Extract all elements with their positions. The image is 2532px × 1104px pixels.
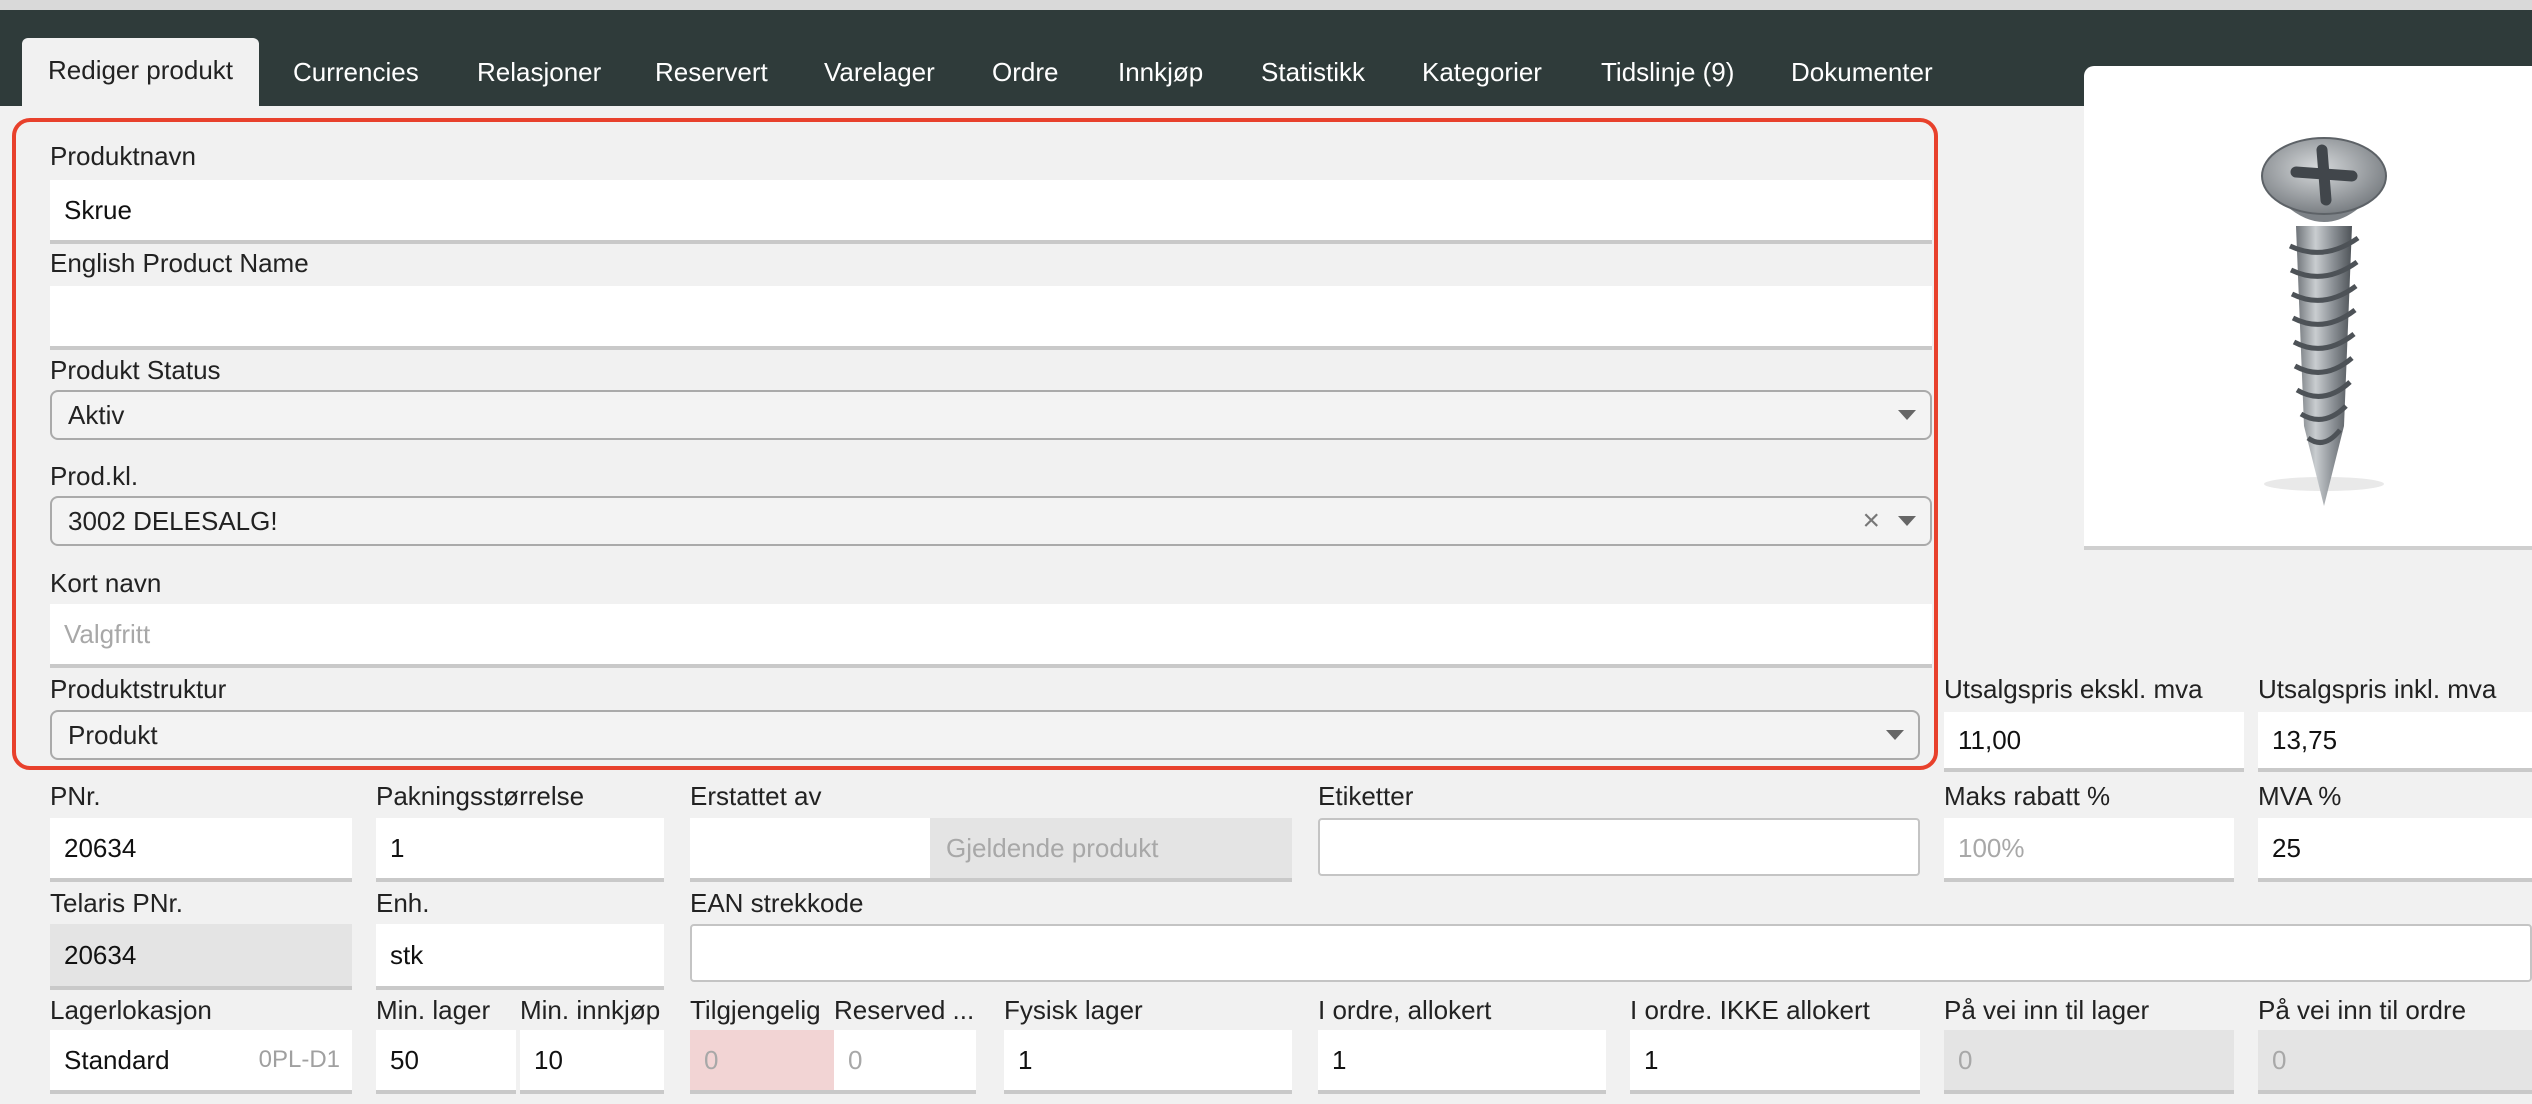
lagerlokasjon-value: Standard xyxy=(64,1044,170,1075)
min-innkjop-input[interactable]: 10 xyxy=(520,1030,664,1094)
pnr-label: PNr. xyxy=(50,781,101,811)
produktstruktur-value: Produkt xyxy=(68,719,158,750)
produkt-status-value: Aktiv xyxy=(68,399,125,430)
min-innkjop-label: Min. innkjøp xyxy=(520,995,661,1025)
fysisk-lager-label: Fysisk lager xyxy=(1004,995,1143,1025)
mva-label: MVA % xyxy=(2258,781,2342,811)
min-lager-label: Min. lager xyxy=(376,995,491,1025)
pakning-input[interactable]: 1 xyxy=(376,818,664,882)
reserved-input: 0 xyxy=(834,1030,976,1094)
ean-label: EAN strekkode xyxy=(690,888,864,918)
erstattet-input[interactable] xyxy=(690,818,930,882)
chevron-down-icon xyxy=(1886,730,1904,740)
telaris-label: Telaris PNr. xyxy=(50,888,183,918)
iordre-ikke-input[interactable]: 1 xyxy=(1630,1030,1920,1094)
iordre-allokert-input[interactable]: 1 xyxy=(1318,1030,1606,1094)
tab-rediger-produkt[interactable]: Rediger produkt xyxy=(22,38,259,116)
produkt-status-label: Produkt Status xyxy=(50,355,221,385)
pavei-ordre-label: På vei inn til ordre xyxy=(2258,995,2467,1025)
reserved-label: Reserved ... xyxy=(834,995,975,1025)
pavei-ordre-input: 0 xyxy=(2258,1030,2532,1094)
ean-input[interactable] xyxy=(690,924,2532,982)
maks-rabatt-label: Maks rabatt % xyxy=(1944,781,2111,811)
fysisk-lager-input[interactable]: 1 xyxy=(1004,1030,1292,1094)
produktstruktur-label: Produktstruktur xyxy=(50,674,227,704)
lagerlokasjon-code: 0PL-D1 xyxy=(258,1046,340,1073)
kort-navn-input[interactable]: Valgfritt xyxy=(50,604,1932,668)
lagerlokasjon-label: Lagerlokasjon xyxy=(50,995,212,1025)
min-lager-input[interactable]: 50 xyxy=(376,1030,516,1094)
erstattet-label: Erstattet av xyxy=(690,781,822,811)
chevron-down-icon xyxy=(1898,516,1916,526)
produktnavn-label: Produktnavn xyxy=(50,141,196,171)
pris-inkl-input[interactable]: 13,75 xyxy=(2258,712,2532,772)
kort-navn-label: Kort navn xyxy=(50,568,162,598)
pakning-label: Pakningsstørrelse xyxy=(376,781,585,811)
pris-inkl-label: Utsalgspris inkl. mva xyxy=(2258,674,2497,704)
tab-statistikk[interactable]: Statistikk xyxy=(1261,40,1365,116)
window-top-border xyxy=(0,0,2532,10)
tilgjengelig-label: Tilgjengelig xyxy=(690,995,821,1025)
iordre-ikke-label: I ordre. IKKE allokert xyxy=(1630,995,1870,1025)
produkt-status-select[interactable]: Aktiv xyxy=(50,390,1932,440)
enh-label: Enh. xyxy=(376,888,430,918)
pris-eks-label: Utsalgspris ekskl. mva xyxy=(1944,674,2203,704)
pavei-lager-label: På vei inn til lager xyxy=(1944,995,2150,1025)
iordre-allokert-label: I ordre, allokert xyxy=(1318,995,1492,1025)
produktstruktur-select[interactable]: Produkt xyxy=(50,710,1920,760)
lagerlokasjon-input[interactable]: Standard 0PL-D1 xyxy=(50,1030,352,1094)
tab-relasjoner[interactable]: Relasjoner xyxy=(477,40,601,116)
tab-ordre[interactable]: Ordre xyxy=(992,40,1058,116)
tilgjengelig-input: 0 xyxy=(690,1030,834,1094)
enh-input[interactable]: stk xyxy=(376,924,664,990)
english-name-input[interactable] xyxy=(50,286,1932,350)
tab-innkjop[interactable]: Innkjøp xyxy=(1118,40,1203,116)
tab-currencies[interactable]: Currencies xyxy=(293,40,419,116)
tab-varelager[interactable]: Varelager xyxy=(824,40,935,116)
close-icon[interactable]: × xyxy=(1862,504,1880,538)
mva-input[interactable]: 25 xyxy=(2258,818,2532,882)
chevron-down-icon xyxy=(1898,410,1916,420)
prodkl-select[interactable]: 3002 DELESALG! × xyxy=(50,496,1932,546)
english-name-label: English Product Name xyxy=(50,248,309,278)
pris-eks-input[interactable]: 11,00 xyxy=(1944,712,2244,772)
tab-dokumenter[interactable]: Dokumenter xyxy=(1791,40,1933,116)
etiketter-input[interactable] xyxy=(1318,818,1920,876)
gjeldende-produkt-button[interactable]: Gjeldende produkt xyxy=(930,818,1292,882)
maks-rabatt-input[interactable]: 100% xyxy=(1944,818,2234,882)
etiketter-label: Etiketter xyxy=(1318,781,1414,811)
tab-tidslinje[interactable]: Tidslinje (9) xyxy=(1601,40,1734,116)
pnr-input[interactable]: 20634 xyxy=(50,818,352,882)
product-image-card xyxy=(2084,66,2532,550)
prodkl-value: 3002 DELESALG! xyxy=(68,505,278,536)
screw-image xyxy=(2261,137,2387,506)
tab-reservert[interactable]: Reservert xyxy=(655,40,768,116)
tab-kategorier[interactable]: Kategorier xyxy=(1422,40,1542,116)
produktnavn-input[interactable]: Skrue xyxy=(50,180,1932,244)
pavei-lager-input: 0 xyxy=(1944,1030,2234,1094)
prodkl-label: Prod.kl. xyxy=(50,461,139,491)
telaris-input: 20634 xyxy=(50,924,352,990)
